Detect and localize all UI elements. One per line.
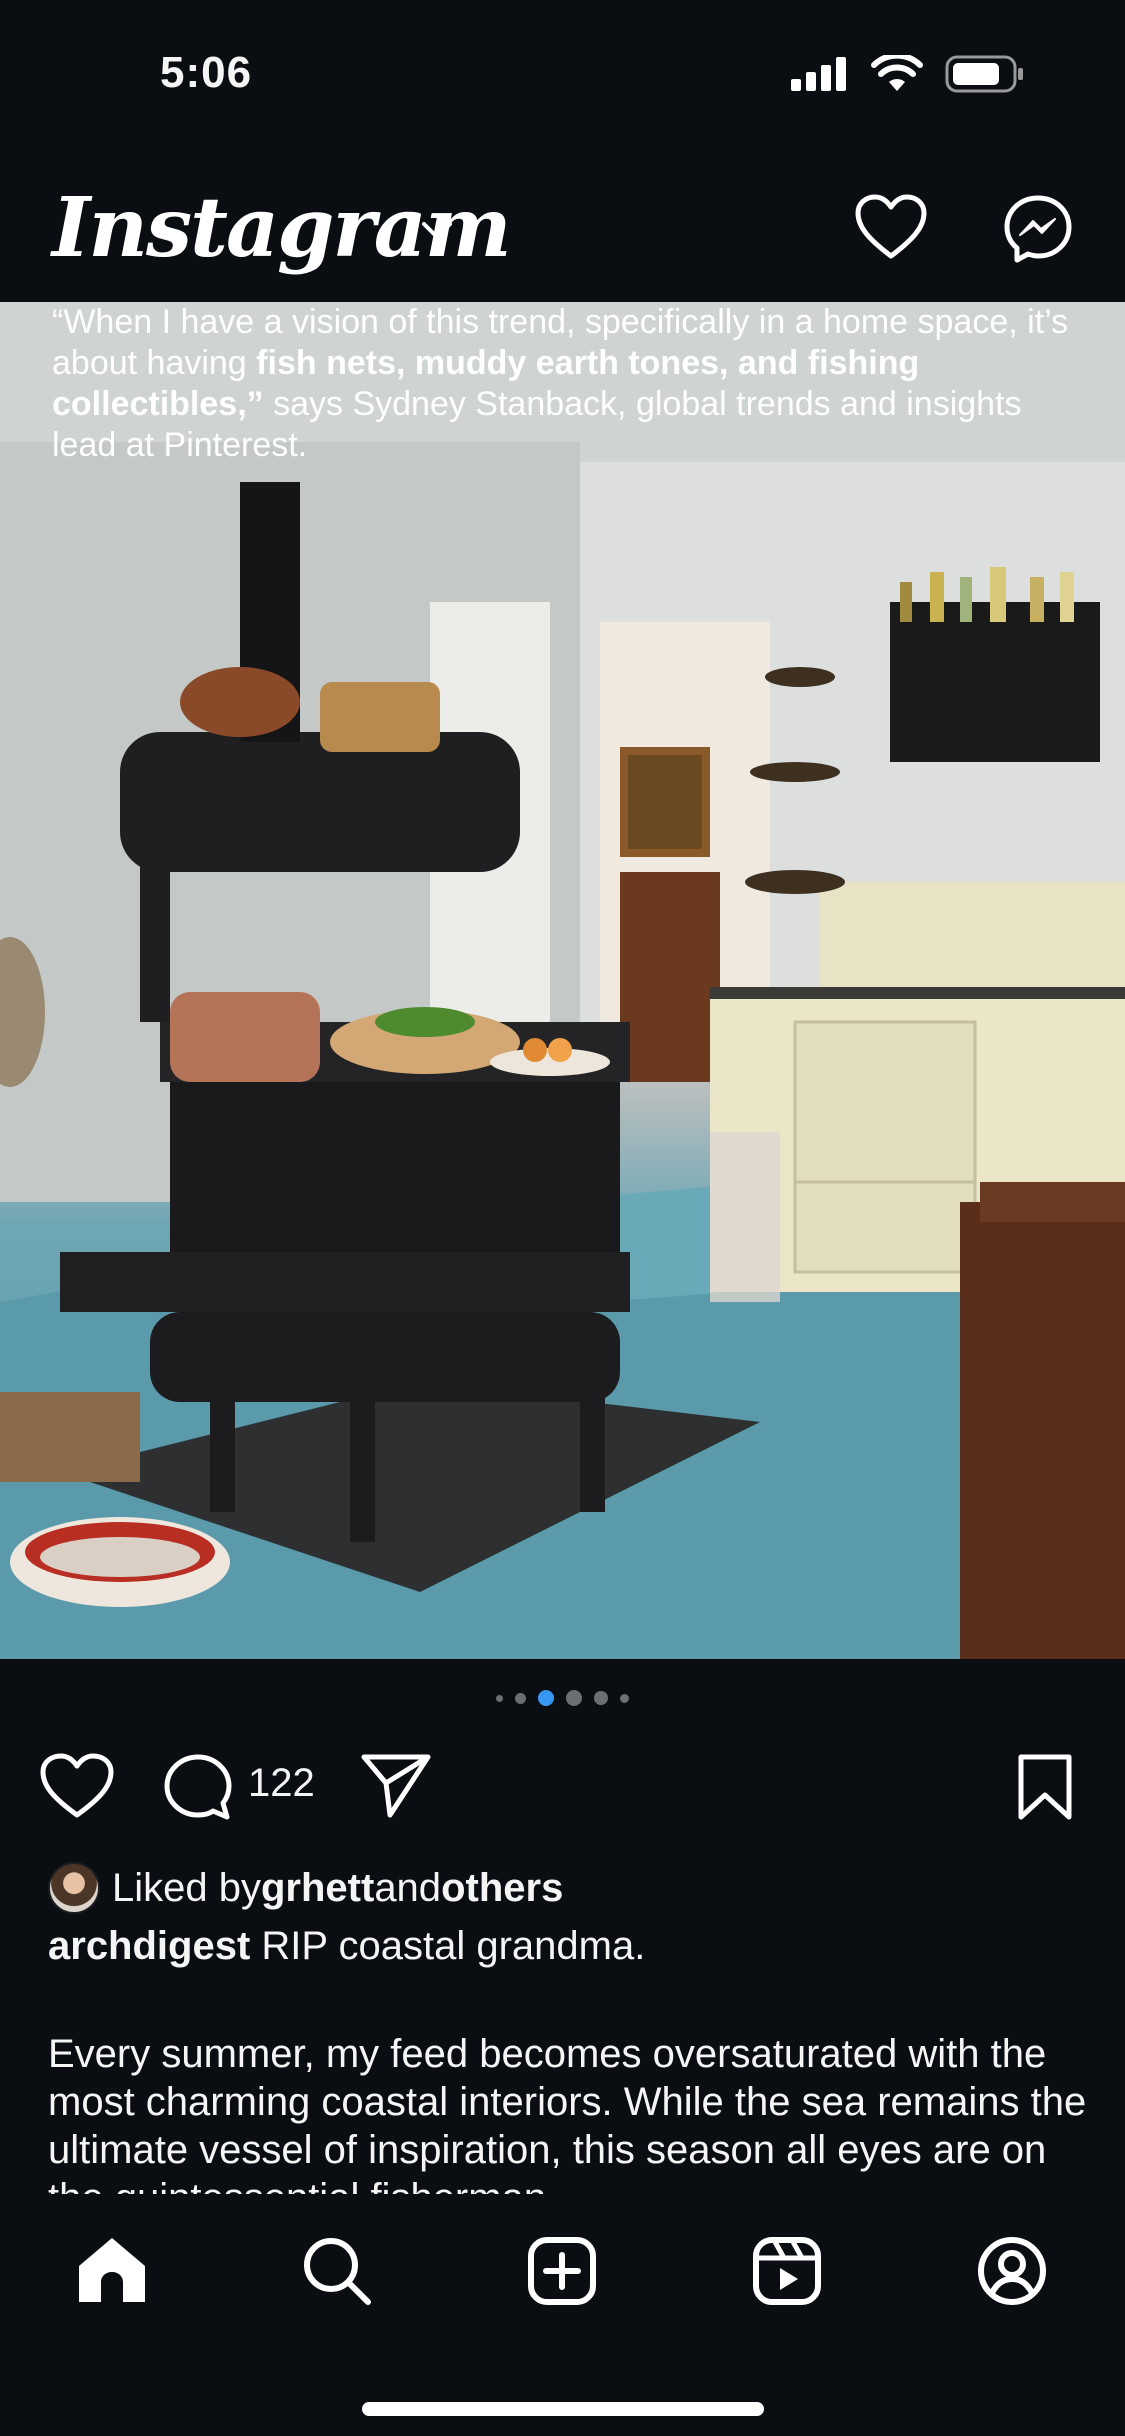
comment-count[interactable]: 122 <box>248 1761 315 1806</box>
carousel-dot <box>594 1691 608 1705</box>
like-heart-icon[interactable] <box>40 1753 114 1819</box>
carousel-dot <box>496 1694 503 1702</box>
carousel-dot <box>620 1693 629 1703</box>
caption-username[interactable]: archdigest <box>48 1924 250 1968</box>
liked-by-prefix: Liked by <box>112 1865 261 1910</box>
home-indicator[interactable] <box>362 2402 764 2416</box>
cellular-signal-icon <box>791 57 846 91</box>
liked-by[interactable]: Liked by grhett and others <box>48 1860 563 1916</box>
carousel-dot-active <box>538 1690 554 1706</box>
status-icons <box>791 55 1025 93</box>
post-image[interactable]: “When I have a vision of this trend, spe… <box>0 302 1125 1659</box>
post-actions: 122 <box>0 1745 1125 1825</box>
status-bar: 5:06 <box>0 0 1125 150</box>
comment-icon[interactable] <box>163 1753 233 1823</box>
carousel-dot <box>566 1690 582 1706</box>
liked-by-user[interactable]: grhett <box>261 1866 374 1911</box>
profile-icon[interactable] <box>977 2236 1047 2306</box>
liked-by-middle: and <box>374 1865 442 1910</box>
home-icon[interactable] <box>77 2236 147 2304</box>
reels-icon[interactable] <box>752 2236 822 2306</box>
liker-avatar[interactable] <box>48 1862 100 1914</box>
carousel-indicator <box>0 1690 1125 1706</box>
caption-body[interactable]: Every summer, my feed becomes oversatura… <box>48 2030 1088 2194</box>
wifi-icon <box>871 55 923 91</box>
carousel-dot <box>515 1692 526 1704</box>
create-post-icon[interactable] <box>527 2236 597 2306</box>
app-header: Instagram <box>0 150 1125 302</box>
kitchen-photo <box>0 302 1125 1659</box>
liked-by-others[interactable]: others <box>441 1866 563 1911</box>
chevron-down-icon[interactable] <box>420 220 454 242</box>
notifications-heart-icon[interactable] <box>855 194 927 260</box>
bottom-nav <box>0 2194 1125 2436</box>
messenger-icon[interactable] <box>1003 194 1073 264</box>
status-time: 5:06 <box>160 48 253 97</box>
image-overlay-quote: “When I have a vision of this trend, spe… <box>52 302 1092 466</box>
share-send-icon[interactable] <box>360 1753 432 1819</box>
caption-headline: archdigest RIP coastal grandma. <box>48 1922 1088 1970</box>
caption-text: RIP coastal grandma. <box>250 1924 646 1968</box>
search-icon[interactable] <box>302 2236 372 2306</box>
bookmark-icon[interactable] <box>1017 1753 1073 1821</box>
battery-icon <box>945 55 1023 93</box>
